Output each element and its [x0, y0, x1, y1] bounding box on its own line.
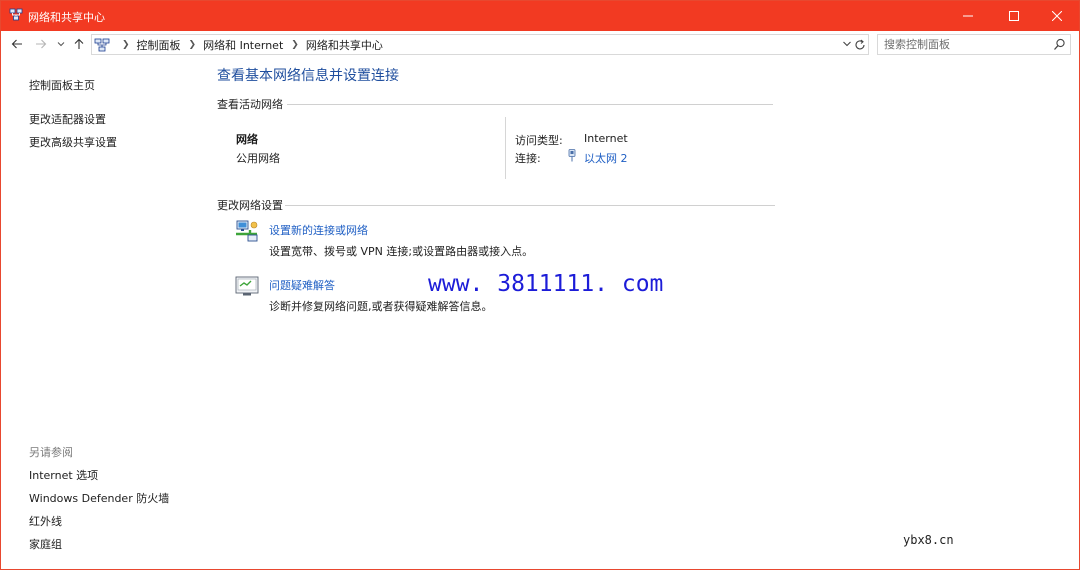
search-icon[interactable]	[1053, 38, 1066, 51]
navigation-bar: ❯ 控制面板 ❯ 网络和 Internet ❯ 网络和共享中心	[1, 31, 1079, 57]
arrow-right-icon	[36, 39, 47, 49]
search-input[interactable]	[884, 37, 1044, 52]
task-desc-new-connection: 设置宽带、拨号或 VPN 连接;或设置路由器或接入点。	[269, 245, 534, 258]
section-divider	[287, 104, 773, 105]
close-icon	[1052, 11, 1062, 21]
search-box[interactable]	[877, 34, 1071, 55]
chevron-down-icon[interactable]	[842, 39, 852, 49]
breadcrumb: ❯ 控制面板 ❯ 网络和 Internet ❯ 网络和共享中心	[114, 35, 383, 54]
minimize-icon	[963, 15, 973, 17]
breadcrumb-network-internet[interactable]: 网络和 Internet	[203, 37, 283, 53]
network-type: 公用网络	[236, 152, 280, 165]
breadcrumb-control-panel[interactable]: 控制面板	[137, 37, 181, 53]
watermark-corner: ybx8.cn	[903, 533, 954, 547]
see-also-heading: 另请参阅	[29, 446, 73, 459]
title-bar[interactable]: 网络和共享中心	[1, 1, 1079, 31]
back-button[interactable]	[9, 36, 25, 52]
active-networks-heading: 查看活动网络	[217, 98, 283, 111]
maximize-icon	[1009, 11, 1019, 21]
refresh-icon[interactable]	[853, 38, 867, 52]
window-title: 网络和共享中心	[28, 11, 105, 24]
chevron-right-icon[interactable]: ❯	[122, 40, 130, 50]
section-divider	[285, 205, 775, 206]
connection-link[interactable]: 以太网 2	[584, 150, 628, 166]
task-desc-troubleshoot: 诊断并修复网络问题,或者获得疑难解答信息。	[269, 300, 493, 313]
close-button[interactable]	[1034, 1, 1079, 31]
sidebar-link-defender-firewall[interactable]: Windows Defender 防火墙	[29, 490, 169, 506]
maximize-button[interactable]	[991, 1, 1037, 31]
network-center-icon	[9, 8, 23, 21]
task-link-new-connection[interactable]: 设置新的连接或网络	[269, 222, 368, 238]
connection-label: 连接:	[515, 152, 541, 165]
ethernet-icon	[568, 149, 576, 162]
network-name: 网络	[236, 133, 258, 146]
sidebar-link-internet-options[interactable]: Internet 选项	[29, 467, 98, 483]
minimize-button[interactable]	[945, 1, 991, 31]
address-bar[interactable]: ❯ 控制面板 ❯ 网络和 Internet ❯ 网络和共享中心	[91, 34, 869, 55]
chevron-down-icon	[57, 42, 65, 47]
new-connection-icon	[236, 220, 258, 242]
task-link-troubleshoot[interactable]: 问题疑难解答	[269, 277, 335, 293]
arrow-up-icon	[74, 38, 84, 49]
sidebar-link-homegroup[interactable]: 家庭组	[29, 536, 62, 552]
network-divider	[505, 117, 506, 179]
chevron-right-icon[interactable]: ❯	[189, 40, 197, 50]
sidebar-link-adapter-settings[interactable]: 更改适配器设置	[29, 111, 106, 127]
window: 网络和共享中心 ❯ 控制面板 ❯ 网络和 Internet ❯ 网络和共享中心 …	[0, 0, 1080, 570]
sidebar-link-advanced-sharing[interactable]: 更改高级共享设置	[29, 134, 117, 150]
left-pane: 控制面板主页 更改适配器设置 更改高级共享设置 另请参阅 Internet 选项…	[1, 57, 201, 569]
network-center-icon	[94, 38, 110, 52]
up-button[interactable]	[71, 36, 87, 52]
arrow-left-icon	[11, 39, 22, 49]
forward-button[interactable]	[33, 36, 49, 52]
troubleshoot-icon	[235, 276, 259, 296]
access-type-label: 访问类型:	[515, 134, 563, 147]
sidebar-link-infrared[interactable]: 红外线	[29, 513, 62, 529]
page-title: 查看基本网络信息并设置连接	[217, 68, 399, 84]
sidebar-link-control-panel-home[interactable]: 控制面板主页	[29, 77, 95, 93]
chevron-right-icon[interactable]: ❯	[291, 40, 299, 50]
watermark-url: www. 3811111. com	[428, 271, 664, 297]
main-content: 查看基本网络信息并设置连接 查看活动网络 网络 公用网络 访问类型: Inter…	[201, 57, 1079, 569]
access-type-value: Internet	[584, 132, 628, 145]
breadcrumb-network-center[interactable]: 网络和共享中心	[306, 37, 383, 53]
change-settings-heading: 更改网络设置	[217, 199, 283, 212]
recent-locations-button[interactable]	[53, 36, 69, 52]
